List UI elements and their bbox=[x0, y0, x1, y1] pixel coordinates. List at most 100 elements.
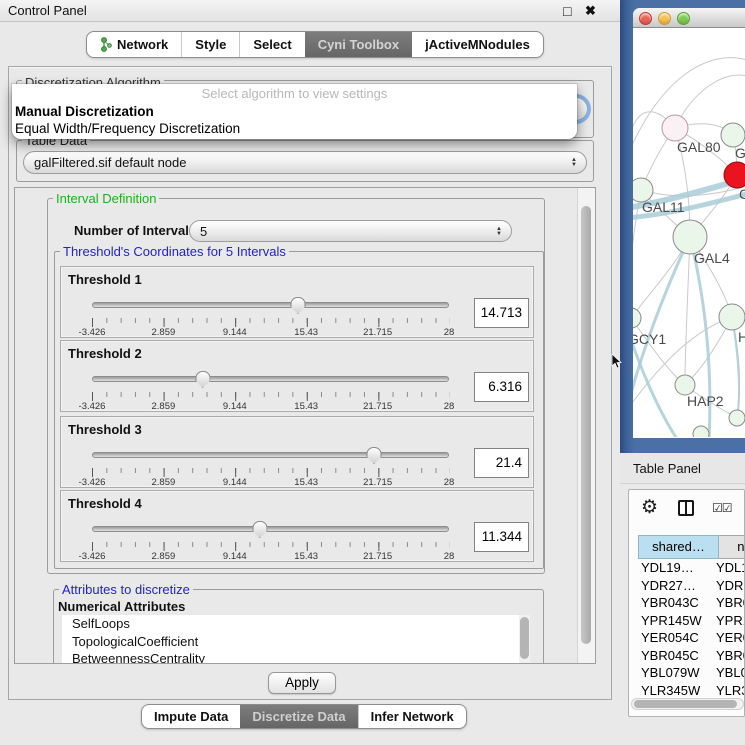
tab-style[interactable]: Style bbox=[181, 32, 239, 57]
tab-select[interactable]: Select bbox=[239, 32, 304, 57]
minimize-traffic-light-icon[interactable] bbox=[658, 12, 671, 25]
table-row[interactable]: YLR345WYLR3 bbox=[638, 682, 745, 699]
threshold-1-panel: Threshold 1 -3.4262.8599.14415.4321.7152… bbox=[60, 266, 534, 338]
bottom-tabbar: Impute Data Discretize Data Infer Networ… bbox=[141, 704, 467, 729]
column-header-shared[interactable]: shared… bbox=[638, 535, 719, 559]
network-edge[interactable] bbox=[685, 237, 690, 385]
threshold-2-panel: Threshold 2 -3.4262.8599.14415.4321.7152… bbox=[60, 340, 534, 412]
tick-label: 9.144 bbox=[223, 551, 247, 562]
threshold-3-label: Threshold 3 bbox=[68, 422, 142, 437]
threshold-3-slider[interactable]: -3.4262.8599.14415.4321.71528 bbox=[92, 447, 449, 485]
tick-label: 21.715 bbox=[363, 477, 392, 488]
table-row[interactable]: YDL19…YDL1 bbox=[638, 559, 745, 577]
table-row[interactable]: YBL079WYBL0 bbox=[638, 664, 745, 682]
threshold-2-slider[interactable]: -3.4262.8599.14415.4321.71528 bbox=[92, 371, 449, 409]
slider-handle[interactable] bbox=[252, 521, 267, 538]
network-node-label: C bbox=[739, 186, 745, 202]
cell-name: YDR2 bbox=[716, 577, 745, 595]
slider-handle[interactable] bbox=[195, 371, 210, 388]
cell-shared-name: YLR345W bbox=[638, 682, 716, 699]
tick-label: 15.43 bbox=[294, 327, 318, 338]
table-toolbar: ⚙ ☑☑ bbox=[629, 490, 744, 530]
column-header-name[interactable]: name bbox=[719, 535, 745, 559]
tick-label: 28 bbox=[444, 401, 455, 412]
tab-discretize-data[interactable]: Discretize Data bbox=[240, 705, 357, 728]
close-icon[interactable]: ✖ bbox=[585, 0, 596, 22]
tick-label: 2.859 bbox=[152, 327, 176, 338]
settings-vertical-scrollbar[interactable] bbox=[577, 188, 595, 663]
cell-name: YBR0 bbox=[716, 594, 745, 612]
menu-item-equal-width-frequency[interactable]: Equal Width/Frequency Discretization bbox=[12, 120, 577, 137]
tab-infer-network[interactable]: Infer Network bbox=[358, 705, 466, 728]
threshold-4-value[interactable]: 11.344 bbox=[474, 522, 529, 552]
table-row[interactable]: YPR145WYPR1 bbox=[638, 612, 745, 630]
table-row[interactable]: YBR043CYBR0 bbox=[638, 594, 745, 612]
close-traffic-light-icon[interactable] bbox=[639, 12, 652, 25]
columns-icon[interactable] bbox=[678, 500, 694, 516]
tick-label: 2.859 bbox=[152, 477, 176, 488]
attributes-group: Attributes to discretize Numerical Attri… bbox=[53, 589, 544, 664]
network-node[interactable] bbox=[675, 375, 695, 395]
slider-track bbox=[92, 376, 449, 382]
zoom-traffic-light-icon[interactable] bbox=[677, 12, 690, 25]
table-panel-box: ⚙ ☑☑ shared… name YDL19…YDL1YDR27…YDR2YB… bbox=[628, 489, 745, 717]
table-horizontal-scrollbar[interactable] bbox=[631, 698, 744, 710]
network-node-label: GA bbox=[735, 145, 745, 161]
network-node[interactable] bbox=[673, 220, 707, 254]
network-node[interactable] bbox=[724, 162, 745, 188]
network-node[interactable] bbox=[693, 426, 709, 437]
cell-name: YER0 bbox=[716, 629, 745, 647]
checkboxes-icon[interactable]: ☑☑ bbox=[712, 501, 732, 515]
threshold-2-value[interactable]: 6.316 bbox=[474, 372, 529, 402]
slider-ticks bbox=[92, 468, 450, 477]
control-panel: Control Panel □ ✖ Network Style Select C… bbox=[0, 0, 620, 745]
network-node[interactable] bbox=[721, 123, 745, 147]
settings-scroll-panel: Interval Definition Number of Intervals … bbox=[14, 187, 596, 664]
threshold-1-label: Threshold 1 bbox=[68, 272, 142, 287]
tick-label: 21.715 bbox=[363, 401, 392, 412]
network-window-titlebar[interactable] bbox=[633, 8, 745, 28]
attribute-item[interactable]: TopologicalCoefficient bbox=[62, 633, 519, 651]
tick-label: 2.859 bbox=[152, 551, 176, 562]
cell-shared-name: YBL079W bbox=[638, 664, 716, 682]
apply-button[interactable]: Apply bbox=[268, 672, 336, 694]
table-data-group: Table Data galFiltered.sif default node … bbox=[16, 140, 594, 182]
attributes-listbox: SelfLoopsTopologicalCoefficientBetweenne… bbox=[62, 615, 530, 664]
network-node[interactable] bbox=[633, 308, 641, 328]
number-of-intervals-combobox[interactable]: 5 ▲▼ bbox=[189, 220, 512, 242]
tick-label: -3.426 bbox=[79, 327, 106, 338]
network-node[interactable] bbox=[662, 115, 688, 141]
table-row[interactable]: YBR045CYBR0 bbox=[638, 647, 745, 665]
attributes-scrollbar[interactable] bbox=[519, 615, 530, 664]
slider-track bbox=[92, 526, 449, 532]
table-rows: YDL19…YDL1YDR27…YDR2YBR043CYBR0YPR145WYP… bbox=[638, 559, 745, 698]
tab-impute-data[interactable]: Impute Data bbox=[142, 705, 240, 728]
network-node[interactable] bbox=[729, 410, 745, 426]
gear-icon[interactable]: ⚙ bbox=[641, 496, 658, 519]
tab-cyni-toolbox[interactable]: Cyni Toolbox bbox=[305, 32, 412, 57]
threshold-3-value[interactable]: 21.4 bbox=[474, 448, 529, 478]
menu-item-manual-discretization[interactable]: Manual Discretization bbox=[12, 103, 577, 120]
threshold-1-slider[interactable]: -3.4262.8599.14415.4321.71528 bbox=[92, 297, 449, 335]
threshold-2-label: Threshold 2 bbox=[68, 346, 142, 361]
network-node-label: GCY1 bbox=[633, 331, 666, 347]
slider-handle[interactable] bbox=[367, 447, 382, 464]
network-node-label: HAP2 bbox=[687, 393, 724, 409]
threshold-3-panel: Threshold 3 -3.4262.8599.14415.4321.7152… bbox=[60, 416, 534, 488]
attribute-item[interactable]: BetweennessCentrality bbox=[62, 650, 519, 664]
tab-jactivemnodules[interactable]: jActiveMNodules bbox=[412, 32, 543, 57]
threshold-4-panel: Threshold 4 -3.4262.8599.14415.4321.7152… bbox=[60, 490, 534, 562]
threshold-1-value[interactable]: 14.713 bbox=[474, 298, 529, 328]
slider-ticks bbox=[92, 392, 450, 401]
slider-handle[interactable] bbox=[290, 297, 305, 314]
float-window-icon[interactable]: □ bbox=[563, 0, 571, 22]
table-row[interactable]: YER054CYER0 bbox=[638, 629, 745, 647]
tick-label: -3.426 bbox=[79, 551, 106, 562]
tab-network[interactable]: Network bbox=[87, 32, 181, 57]
table-row[interactable]: YDR27…YDR2 bbox=[638, 577, 745, 595]
network-node[interactable] bbox=[719, 304, 745, 330]
table-data-combobox[interactable]: galFiltered.sif default node ▲▼ bbox=[23, 151, 587, 174]
threshold-4-slider[interactable]: -3.4262.8599.14415.4321.71528 bbox=[92, 521, 449, 559]
network-canvas[interactable]: GAL80GACGAL11GAL4GCY1HHAP2 bbox=[633, 28, 745, 437]
attribute-item[interactable]: SelfLoops bbox=[62, 615, 519, 633]
